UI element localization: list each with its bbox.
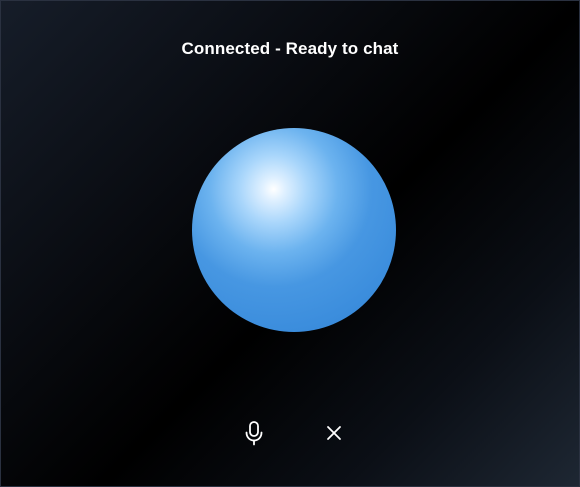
end-chat-button[interactable]	[320, 419, 348, 447]
microphone-button[interactable]	[240, 419, 268, 447]
connection-status-text: Connected - Ready to chat	[181, 39, 399, 58]
voice-activity-orb	[192, 128, 396, 332]
control-bar	[1, 419, 579, 447]
close-icon	[325, 424, 343, 442]
voice-chat-window: Connected - Ready to chat	[0, 0, 580, 487]
microphone-icon	[243, 420, 265, 446]
